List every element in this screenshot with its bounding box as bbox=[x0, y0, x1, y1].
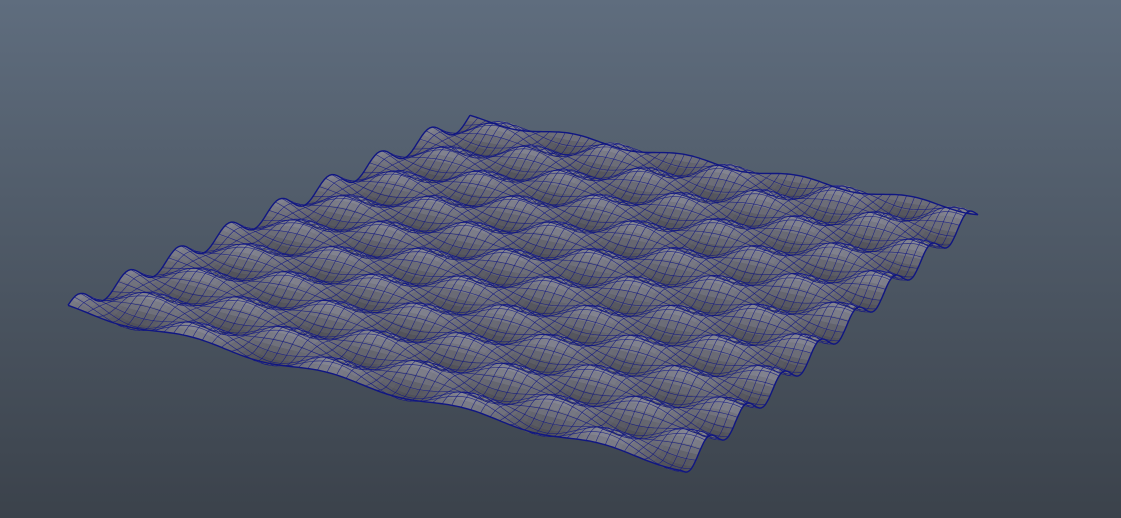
3d-viewport[interactable] bbox=[0, 0, 1121, 518]
viewport-canvas[interactable] bbox=[0, 0, 1121, 518]
